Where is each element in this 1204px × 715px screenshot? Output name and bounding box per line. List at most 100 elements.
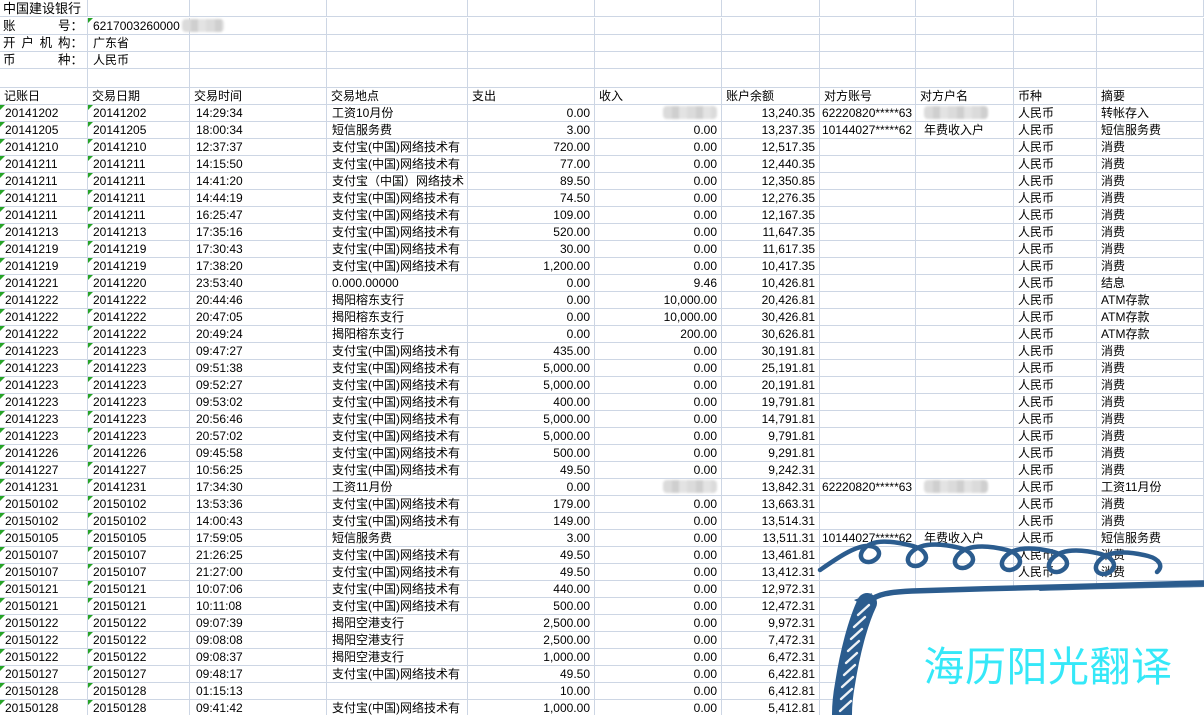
cell[interactable]: 20141223: [0, 411, 88, 428]
cell[interactable]: 20,191.81: [722, 377, 820, 394]
cell[interactable]: [820, 564, 916, 581]
cell[interactable]: 人民币: [1014, 496, 1097, 513]
cell[interactable]: 12,440.35: [722, 156, 820, 173]
cell[interactable]: [1097, 581, 1204, 598]
cell[interactable]: 20141211: [0, 207, 88, 224]
cell[interactable]: 支付宝(中国)网络技术有: [327, 411, 468, 428]
cell[interactable]: 20:47:05: [190, 309, 327, 326]
cell[interactable]: 消费: [1097, 462, 1204, 479]
cell[interactable]: 17:30:43: [190, 241, 327, 258]
cell[interactable]: 20:57:02: [190, 428, 327, 445]
cell[interactable]: [1097, 69, 1204, 88]
cell[interactable]: 20141211: [88, 156, 190, 173]
cell[interactable]: [820, 309, 916, 326]
cell[interactable]: [916, 0, 1014, 17]
cell[interactable]: 0.00: [595, 258, 722, 275]
cell[interactable]: [1014, 683, 1097, 700]
cell[interactable]: 支付宝(中国)网络技术有: [327, 462, 468, 479]
cell[interactable]: 20141211: [88, 207, 190, 224]
cell[interactable]: [820, 224, 916, 241]
cell[interactable]: 人民币: [1014, 224, 1097, 241]
cell[interactable]: 人民币: [1014, 292, 1097, 309]
cell[interactable]: 20150107: [88, 564, 190, 581]
cell[interactable]: 人民币: [1014, 309, 1097, 326]
cell[interactable]: 工资11月份: [1097, 479, 1204, 496]
cell[interactable]: [595, 35, 722, 52]
cell[interactable]: 0.00: [595, 564, 722, 581]
cell[interactable]: 20141220: [88, 275, 190, 292]
cell[interactable]: 20141213: [0, 224, 88, 241]
cell[interactable]: [1097, 666, 1204, 683]
cell[interactable]: 20141227: [88, 462, 190, 479]
cell[interactable]: 09:47:27: [190, 343, 327, 360]
cell[interactable]: 人民币: [1014, 343, 1097, 360]
cell[interactable]: 0.00: [468, 292, 595, 309]
cell[interactable]: 0.000.00000: [327, 275, 468, 292]
cell[interactable]: [916, 581, 1014, 598]
cell[interactable]: [820, 156, 916, 173]
cell[interactable]: [1097, 632, 1204, 649]
cell[interactable]: [916, 35, 1014, 52]
column-header-2[interactable]: 交易日期: [88, 88, 190, 105]
cell[interactable]: 0.00: [595, 360, 722, 377]
cell[interactable]: 0.00: [468, 105, 595, 122]
cell[interactable]: 09:08:08: [190, 632, 327, 649]
cell[interactable]: 20141223: [88, 428, 190, 445]
cell[interactable]: 0.00: [595, 496, 722, 513]
cell[interactable]: 20141210: [0, 139, 88, 156]
cell[interactable]: 支付宝(中国)网络技术有: [327, 377, 468, 394]
cell[interactable]: [916, 156, 1014, 173]
cell[interactable]: [327, 69, 468, 88]
cell[interactable]: [327, 18, 468, 35]
cell[interactable]: 20141223: [88, 343, 190, 360]
cell[interactable]: [820, 581, 916, 598]
cell[interactable]: 消费: [1097, 547, 1204, 564]
cell[interactable]: 2,500.00: [468, 632, 595, 649]
cell[interactable]: 10,000.00: [595, 292, 722, 309]
cell[interactable]: 20141213: [88, 224, 190, 241]
cell[interactable]: 0.00: [595, 190, 722, 207]
cell[interactable]: 13,461.81: [722, 547, 820, 564]
cell[interactable]: 20150128: [88, 700, 190, 715]
cell[interactable]: 20141211: [88, 190, 190, 207]
cell[interactable]: 20150122: [88, 615, 190, 632]
cell[interactable]: 20141219: [88, 258, 190, 275]
cell[interactable]: [916, 224, 1014, 241]
cell[interactable]: 人民币: [1014, 139, 1097, 156]
cell[interactable]: 消费: [1097, 377, 1204, 394]
cell[interactable]: 5,000.00: [468, 360, 595, 377]
cell[interactable]: 74.50: [468, 190, 595, 207]
cell[interactable]: 14:41:20: [190, 173, 327, 190]
cell[interactable]: 20141223: [0, 343, 88, 360]
cell[interactable]: 20141231: [88, 479, 190, 496]
cell[interactable]: [1097, 35, 1204, 52]
cell[interactable]: 0.00: [595, 224, 722, 241]
cell[interactable]: [820, 292, 916, 309]
cell[interactable]: 16:25:47: [190, 207, 327, 224]
cell[interactable]: 14,791.81: [722, 411, 820, 428]
cell[interactable]: [468, 18, 595, 35]
cell[interactable]: 1,200.00: [468, 258, 595, 275]
cell[interactable]: 13,240.35: [722, 105, 820, 122]
cell[interactable]: 9.46: [595, 275, 722, 292]
cell[interactable]: 人民币: [1014, 377, 1097, 394]
cell[interactable]: [916, 173, 1014, 190]
cell[interactable]: 30,426.81: [722, 309, 820, 326]
cell[interactable]: 20150128: [0, 683, 88, 700]
cell[interactable]: [916, 428, 1014, 445]
cell[interactable]: 149.00: [468, 513, 595, 530]
cell[interactable]: [468, 52, 595, 69]
cell[interactable]: 人民币: [1014, 275, 1097, 292]
cell[interactable]: 20141223: [88, 411, 190, 428]
cell[interactable]: 揭阳空港支行: [327, 615, 468, 632]
cell[interactable]: 179.00: [468, 496, 595, 513]
cell[interactable]: 30.00: [468, 241, 595, 258]
cell[interactable]: 人民币: [1014, 564, 1097, 581]
cell[interactable]: [820, 700, 916, 715]
cell[interactable]: 19,791.81: [722, 394, 820, 411]
cell[interactable]: 0.00: [468, 326, 595, 343]
cell[interactable]: 20150121: [0, 581, 88, 598]
cell[interactable]: 13:53:36: [190, 496, 327, 513]
cell[interactable]: [0, 69, 88, 88]
cell[interactable]: 支付宝(中国)网络技术有: [327, 581, 468, 598]
